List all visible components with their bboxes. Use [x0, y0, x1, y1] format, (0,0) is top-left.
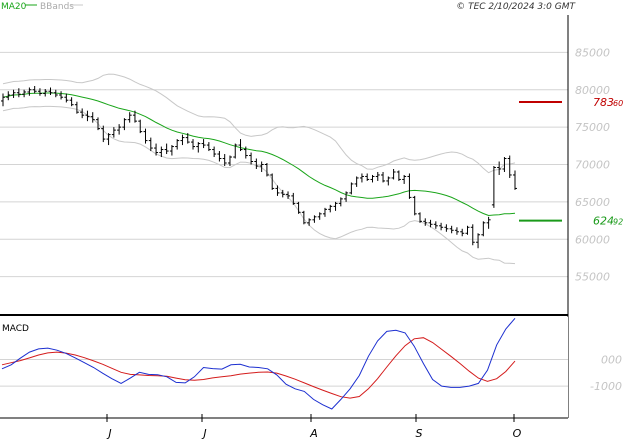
- level-label: 624: [593, 215, 614, 228]
- y-tick-label: 70000: [575, 159, 610, 172]
- x-tick-label: O: [513, 427, 522, 440]
- chart-root: MA20 BBands © TEC 2/10/2024 3:0 GMT 8500…: [0, 0, 627, 440]
- copyright-text: © TEC 2/10/2024 3:0 GMT: [456, 2, 576, 12]
- y-tick-label: 75000: [575, 121, 610, 134]
- x-tick-label: A: [309, 427, 318, 440]
- bbands-legend: BBands: [40, 2, 74, 12]
- macd-panel-bg: [0, 317, 568, 418]
- header: MA20 BBands © TEC 2/10/2024 3:0 GMT: [0, 2, 627, 14]
- macd-y-tick-label: 000: [601, 354, 622, 367]
- x-tick-label: J: [106, 427, 111, 440]
- y-tick-label: 55000: [575, 271, 610, 284]
- x-tick-label: S: [416, 427, 423, 440]
- level-label-sub: 60: [613, 99, 623, 108]
- macd-panel: 000 -1000 MACD: [0, 317, 622, 418]
- macd-title: MACD: [2, 324, 29, 334]
- level-label-sub: 92: [613, 218, 623, 227]
- macd-y-tick-label: -1000: [590, 380, 622, 393]
- y-tick-label: 60000: [575, 233, 610, 246]
- x-tick-label: J: [201, 427, 206, 440]
- x-axis: JJASO: [0, 414, 568, 440]
- y-tick-label: 80000: [575, 84, 610, 97]
- y-tick-label: 85000: [575, 46, 610, 59]
- chart-svg: MA20 BBands © TEC 2/10/2024 3:0 GMT 8500…: [0, 2, 627, 440]
- level-label: 783: [593, 96, 614, 109]
- y-tick-label: 65000: [575, 196, 610, 209]
- ma-legend: MA20: [1, 2, 27, 12]
